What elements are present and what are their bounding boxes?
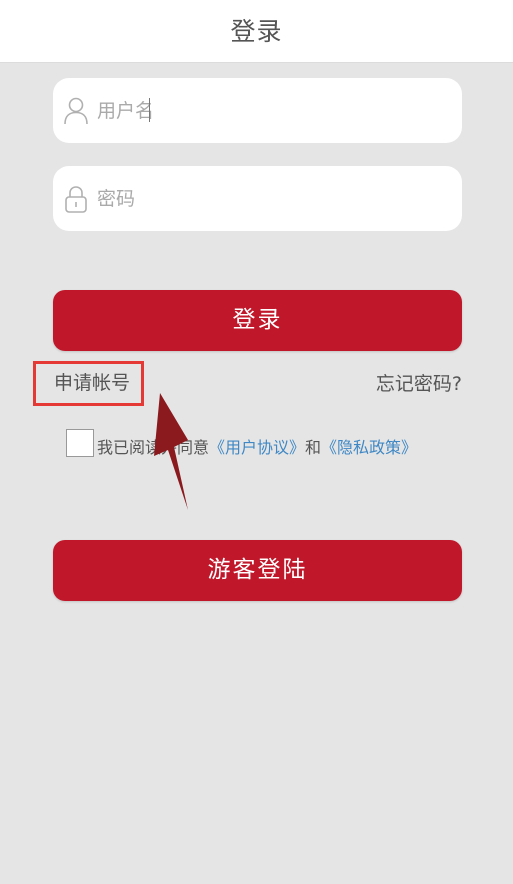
agreement-text: 我已阅读并同意《用户协议》和《隐私政策》 — [97, 434, 417, 458]
username-field[interactable] — [53, 78, 462, 143]
header-bar: 登录 — [0, 0, 513, 63]
lock-icon — [65, 186, 87, 213]
highlight-box — [33, 361, 144, 406]
forgot-password-link[interactable]: 忘记密码? — [376, 369, 462, 396]
password-field[interactable] — [53, 166, 462, 231]
agreement-checkbox[interactable] — [66, 429, 94, 457]
user-icon — [64, 97, 88, 125]
agreement-and: 和 — [305, 438, 322, 457]
guest-login-button[interactable]: 游客登陆 — [53, 540, 462, 601]
user-agreement-link[interactable]: 《用户协议》 — [209, 438, 305, 457]
text-caret — [149, 98, 150, 122]
agreement-prefix: 我已阅读并同意 — [97, 438, 210, 457]
page-title: 登录 — [230, 17, 283, 46]
password-input[interactable] — [97, 166, 447, 231]
login-button[interactable]: 登录 — [53, 290, 462, 351]
privacy-policy-link[interactable]: 《隐私政策》 — [321, 438, 417, 457]
